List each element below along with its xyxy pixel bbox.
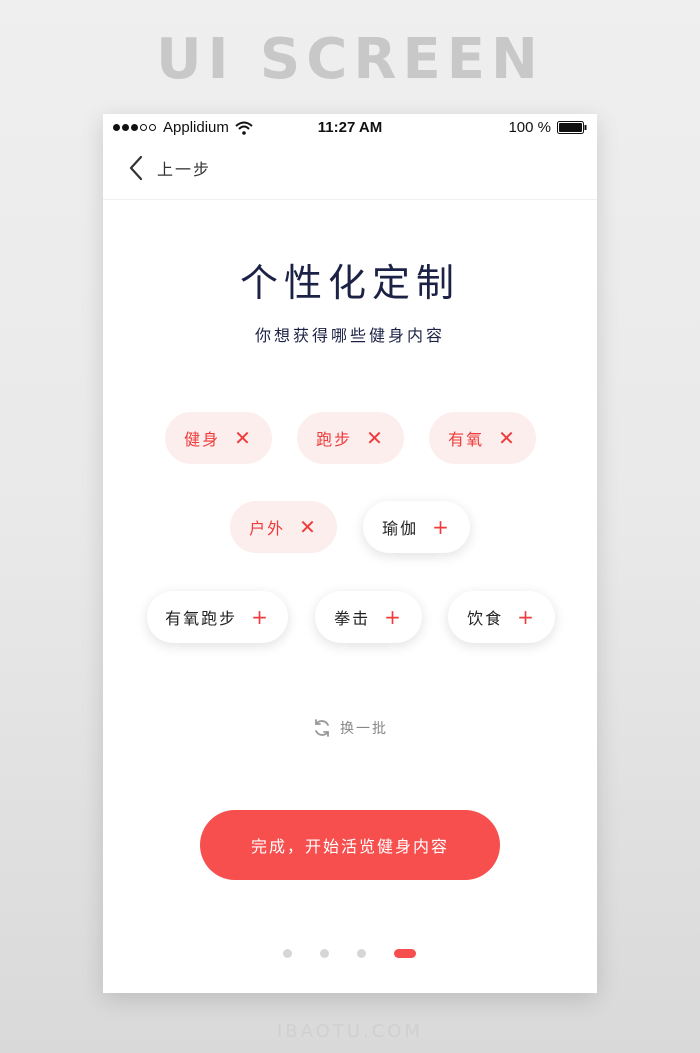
tag-label: 有氧跑步 — [165, 609, 238, 628]
tag-label: 瑜伽 — [382, 519, 419, 538]
refresh-label: 换一批 — [340, 721, 388, 737]
page-dot-active[interactable] — [394, 949, 416, 958]
nav-bar: 上一步 — [103, 142, 597, 200]
tag-chip[interactable]: 瑜伽 + — [363, 501, 470, 553]
tag-label: 户外 — [249, 519, 286, 538]
close-icon[interactable]: ✕ — [498, 428, 517, 448]
tag-label: 饮食 — [467, 609, 504, 628]
back-label: 上一步 — [157, 160, 212, 179]
tag-chip[interactable]: 户外 ✕ — [230, 501, 337, 553]
tag-label: 有氧 — [448, 430, 485, 449]
tag-chip[interactable]: 有氧跑步 + — [147, 591, 288, 643]
plus-icon[interactable]: + — [384, 607, 403, 627]
plus-icon[interactable]: + — [432, 517, 451, 537]
tag-chip[interactable]: 健身 ✕ — [165, 412, 272, 464]
battery-icon — [557, 121, 587, 134]
plus-icon[interactable]: + — [517, 607, 536, 627]
tag-label: 跑步 — [316, 430, 353, 449]
page-dot[interactable] — [320, 949, 329, 958]
close-icon[interactable]: ✕ — [234, 428, 253, 448]
battery-percent: 100 % — [508, 119, 551, 136]
close-icon[interactable]: ✕ — [366, 428, 385, 448]
status-bar: Applidium 11:27 AM 100 % — [103, 114, 597, 142]
pagination — [103, 947, 597, 959]
back-button[interactable]: 上一步 — [127, 154, 211, 182]
tag-label: 健身 — [184, 430, 221, 449]
page-dot[interactable] — [283, 949, 292, 958]
status-right: 100 % — [508, 119, 587, 136]
complete-button[interactable]: 完成，开始活览健身内容 — [200, 810, 500, 880]
tag-chip[interactable]: 拳击 + — [315, 591, 422, 643]
refresh-button[interactable]: 换一批 — [103, 718, 597, 738]
tag-chip[interactable]: 有氧 ✕ — [429, 412, 536, 464]
tag-label: 拳击 — [334, 609, 371, 628]
plus-icon[interactable]: + — [251, 607, 270, 627]
header-banner: UI SCREEN — [156, 27, 544, 92]
page-subtitle: 你想获得哪些健身内容 — [254, 326, 445, 345]
page-title: 个性化定制 — [239, 261, 460, 305]
page-dot[interactable] — [357, 949, 366, 958]
tag-chip[interactable]: 饮食 + — [448, 591, 555, 643]
phone-screen: Applidium 11:27 AM 100 % 上一步 个性化定制 你想获得哪… — [103, 114, 597, 993]
footer-banner: IBAOTU.COM — [277, 1021, 423, 1042]
refresh-icon — [315, 719, 329, 737]
chevron-left-icon — [129, 155, 143, 181]
close-icon[interactable]: ✕ — [299, 517, 318, 537]
tag-chip[interactable]: 跑步 ✕ — [297, 412, 404, 464]
